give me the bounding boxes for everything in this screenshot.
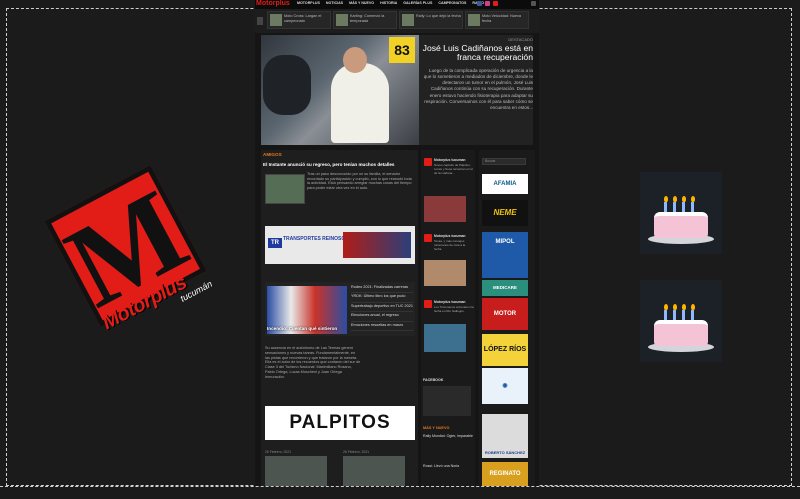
hero-feature[interactable]: 83 DESTACADO José Luis Cadiñanos está en… bbox=[261, 35, 533, 176]
ad-roberto-sanchez[interactable]: ROBERTO SÁNCHEZ bbox=[482, 414, 528, 458]
facebook-widget[interactable] bbox=[423, 386, 471, 416]
slider-caption[interactable]: Incendio: Cuentan qué sintieron bbox=[267, 326, 337, 331]
ad-lopez-rios[interactable]: LÓPEZ RÍOS bbox=[482, 334, 528, 366]
ticker-prev-icon[interactable] bbox=[257, 17, 263, 25]
facebook-heading: FACEBOOK bbox=[423, 378, 444, 382]
section-amigos: AMIGOS bbox=[263, 152, 282, 157]
left-column: AMIGOS El Instante anunció su regreso, p… bbox=[261, 150, 418, 486]
news-item[interactable]: Rossi: Llevó una Noria bbox=[423, 464, 473, 468]
tweet[interactable]: Motorplus tucuman Nuevo capítulo de Palp… bbox=[421, 154, 475, 224]
post-date: 26 Febrero, 2021 bbox=[343, 450, 370, 454]
hero-body: Luego de la complicada operación de urge… bbox=[423, 67, 533, 111]
top-nav: Motorplus MOTORPLUS NOTICIAS MÁS Y NUEVO… bbox=[255, 0, 539, 9]
hero-photo[interactable]: 83 bbox=[261, 35, 419, 145]
tweet[interactable]: Motorplus tucuman Los Tucumanos entrenar… bbox=[421, 296, 475, 368]
ad-reginato[interactable]: REGINATO bbox=[482, 462, 528, 486]
site-brand[interactable]: Motorplus bbox=[256, 0, 290, 7]
facebook-icon[interactable] bbox=[477, 1, 482, 6]
news-slider: Incendio: Cuentan qué sintieron Rodeo 20… bbox=[265, 282, 415, 336]
slider-list-item[interactable]: Supertrabajo deportivo en TUC 2021 bbox=[351, 303, 413, 313]
ad-label: TRANSPORTES REINOSO bbox=[283, 236, 346, 242]
menu-item[interactable]: CAMPEONATOS bbox=[438, 1, 466, 5]
ticker-item[interactable]: Karting: Comenzó la temporada bbox=[333, 11, 397, 29]
birthday-cake-icon bbox=[640, 280, 722, 362]
slider-list-item[interactable]: Rodeo 2021: Finalizadas carreras bbox=[351, 284, 413, 294]
youtube-icon[interactable] bbox=[493, 1, 498, 6]
avatar bbox=[424, 158, 432, 166]
ad-mipol[interactable]: MIPOL bbox=[482, 232, 528, 278]
hero-title[interactable]: José Luis Cadiñanos está en franca recup… bbox=[421, 43, 533, 63]
main-menu: MOTORPLUS NOTICIAS MÁS Y NUEVO HISTORIA … bbox=[297, 1, 484, 5]
truck-image bbox=[343, 232, 411, 258]
ad-afamia[interactable]: AFAMIA bbox=[482, 174, 528, 194]
slider-list-item[interactable]: Elecciones anual, el regreso bbox=[351, 312, 413, 322]
instagram-icon[interactable] bbox=[485, 1, 490, 6]
article-excerpt: Su ausencia en el autódromo de Las Terma… bbox=[265, 346, 361, 379]
slider-list-item[interactable]: Emociones resueltas en marzo bbox=[351, 322, 413, 332]
menu-item[interactable]: MÁS Y NUEVO bbox=[349, 1, 374, 5]
article-body: Tras un paso desconocido por un su famil… bbox=[307, 172, 412, 190]
news-item[interactable]: Rally Mundial: Ogier, imparable bbox=[423, 434, 473, 438]
news-ticker: Moto Cross: Largan el campeonato Karting… bbox=[255, 9, 539, 33]
search-input[interactable]: Buscar bbox=[482, 158, 526, 165]
transport-ad-banner[interactable]: TR TRANSPORTES REINOSO bbox=[265, 226, 415, 264]
ad-motor[interactable]: MOTOR bbox=[482, 298, 528, 330]
news-heading: MÁS Y NUEVO bbox=[423, 426, 450, 430]
post-thumb[interactable] bbox=[265, 456, 327, 486]
avatar bbox=[424, 300, 432, 308]
slider-list: Rodeo 2021: Finalizadas carreras YRDK: Ú… bbox=[351, 284, 413, 332]
menu-item[interactable]: GALERÍAS PLUS bbox=[403, 1, 432, 5]
slider-list-item[interactable]: YRDK: Último libro los que pudo bbox=[351, 293, 413, 303]
menu-item[interactable]: MOTORPLUS bbox=[297, 1, 320, 5]
twitter-column: Motorplus tucuman Nuevo capítulo de Palp… bbox=[421, 150, 475, 486]
search-icon[interactable] bbox=[531, 1, 536, 6]
post-thumb[interactable] bbox=[343, 456, 405, 486]
ad-medicare[interactable]: MEDICARE bbox=[482, 280, 528, 296]
ticker-item[interactable]: Moto Velocidad: Nueva fecha bbox=[465, 11, 529, 29]
ad-neme[interactable]: NEME bbox=[482, 200, 528, 226]
website-screenshot: Motorplus MOTORPLUS NOTICIAS MÁS Y NUEVO… bbox=[255, 0, 539, 486]
ticker-item[interactable]: Rally: Lo que dejó la fecha bbox=[399, 11, 463, 29]
ads-column: Buscar AFAMIA NEME MIPOL MEDICARE MOTOR … bbox=[479, 150, 535, 486]
birthday-cake-icon bbox=[640, 172, 722, 254]
menu-item[interactable]: HISTORIA bbox=[380, 1, 397, 5]
ad-blue-logo[interactable]: ◉ bbox=[482, 368, 528, 404]
ad-logo-icon: ◉ bbox=[502, 383, 508, 389]
tweet[interactable]: Motorplus tucuman Tenés, y más consejos … bbox=[421, 230, 475, 296]
article-title[interactable]: El Instante anunció su regreso, pero ten… bbox=[263, 162, 413, 167]
menu-item[interactable]: NOTICIAS bbox=[326, 1, 343, 5]
ticker-item[interactable]: Moto Cross: Largan el campeonato bbox=[267, 11, 331, 29]
article-thumb[interactable] bbox=[265, 174, 305, 204]
palpitos-banner[interactable]: PALPITOS bbox=[265, 406, 415, 440]
avatar bbox=[424, 234, 432, 242]
page-border-bottom bbox=[0, 486, 800, 499]
hero-text: DESTACADO José Luis Cadiñanos está en fr… bbox=[421, 35, 533, 111]
post-date: 26 Febrero, 2021 bbox=[265, 450, 292, 454]
hero-category: DESTACADO bbox=[508, 37, 533, 42]
